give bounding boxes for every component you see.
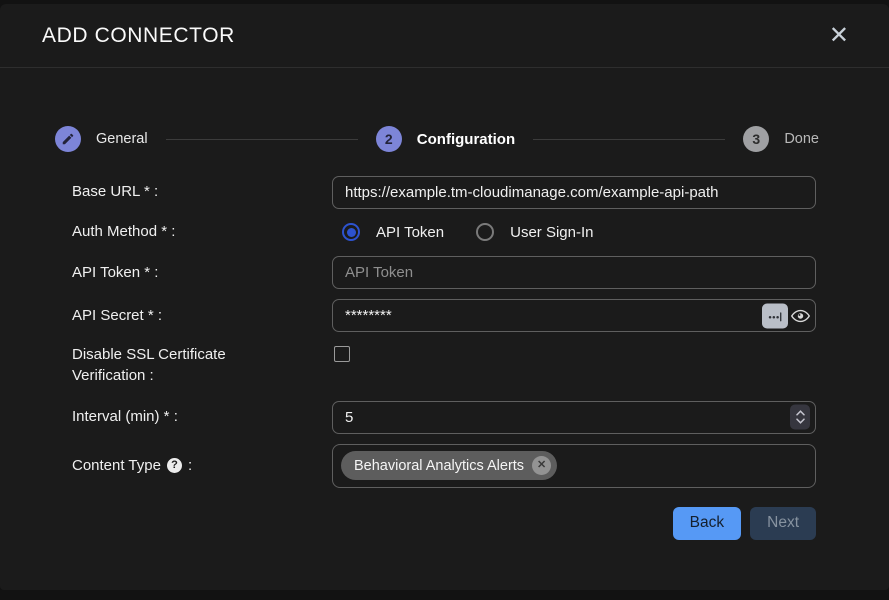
stepper-step-general[interactable]: General — [55, 126, 148, 152]
ssl-verification-row: Disable SSL Certificate Verification : — [72, 345, 816, 386]
step-general-circle — [55, 126, 81, 152]
step-configuration-label: Configuration — [417, 131, 515, 148]
close-icon[interactable]: ✕ — [827, 22, 851, 50]
stepper: General 2 Configuration 3 Done — [55, 126, 819, 152]
credentials-manager-icon[interactable] — [762, 303, 788, 328]
interval-label: Interval (min) * : — [72, 407, 332, 427]
interval-input[interactable] — [332, 401, 816, 434]
content-type-multiselect[interactable]: Behavioral Analytics Alerts ✕ — [332, 444, 816, 488]
api-token-input[interactable] — [332, 256, 816, 289]
ssl-verification-checkbox[interactable] — [334, 346, 350, 362]
radio-option-user-sign-in[interactable]: User Sign-In — [476, 223, 593, 241]
stepper-connector-line — [533, 139, 725, 140]
stepper-connector-line — [166, 139, 358, 140]
back-button[interactable]: Back — [673, 507, 741, 540]
api-token-row: API Token * : — [72, 256, 816, 289]
step-general-label: General — [96, 131, 148, 147]
content-type-label-text: Content Type — [72, 456, 161, 476]
step-configuration-circle: 2 — [376, 126, 402, 152]
interval-stepper-icon[interactable] — [790, 405, 810, 430]
add-connector-dialog: ADD CONNECTOR ✕ General 2 Configuration … — [0, 4, 889, 590]
radio-user-sign-in-label: User Sign-In — [510, 224, 593, 241]
radio-unselected-icon[interactable] — [476, 223, 494, 241]
stepper-step-configuration[interactable]: 2 Configuration — [376, 126, 515, 152]
base-url-row: Base URL * : — [72, 176, 816, 209]
api-secret-row: API Secret * : — [72, 299, 816, 332]
connector-config-form: Base URL * : Auth Method * : API Token U… — [0, 176, 889, 540]
show-password-eye-icon[interactable] — [790, 305, 811, 326]
chip-label: Behavioral Analytics Alerts — [354, 458, 524, 474]
chip-remove-icon[interactable]: ✕ — [532, 456, 551, 475]
base-url-input[interactable] — [332, 176, 816, 209]
radio-api-token-label: API Token — [376, 224, 444, 241]
auth-method-row: Auth Method * : API Token User Sign-In — [72, 222, 816, 242]
dialog-footer: Back Next — [72, 497, 816, 540]
help-icon[interactable]: ? — [167, 458, 182, 473]
next-button[interactable]: Next — [750, 507, 816, 540]
api-secret-label: API Secret * : — [72, 306, 332, 326]
stepper-step-done[interactable]: 3 Done — [743, 126, 819, 152]
auth-method-label: Auth Method * : — [72, 222, 332, 242]
dialog-title: ADD CONNECTOR — [42, 24, 235, 48]
radio-option-api-token[interactable]: API Token — [342, 223, 444, 241]
interval-row: Interval (min) * : — [72, 401, 816, 434]
content-type-label-colon: : — [188, 456, 192, 476]
api-token-label: API Token * : — [72, 263, 332, 283]
ssl-verification-label: Disable SSL Certificate Verification : — [72, 345, 332, 386]
dialog-header: ADD CONNECTOR ✕ — [0, 4, 889, 68]
base-url-label: Base URL * : — [72, 182, 332, 202]
api-secret-input[interactable] — [332, 299, 816, 332]
content-type-chip: Behavioral Analytics Alerts ✕ — [341, 451, 557, 480]
step-done-label: Done — [784, 131, 819, 147]
pencil-icon — [61, 132, 75, 146]
radio-selected-icon[interactable] — [342, 223, 360, 241]
step-done-circle: 3 — [743, 126, 769, 152]
content-type-row: Content Type ?: Behavioral Analytics Ale… — [72, 444, 816, 488]
auth-method-radio-group: API Token User Sign-In — [332, 223, 816, 241]
content-type-label: Content Type ?: — [72, 456, 332, 476]
